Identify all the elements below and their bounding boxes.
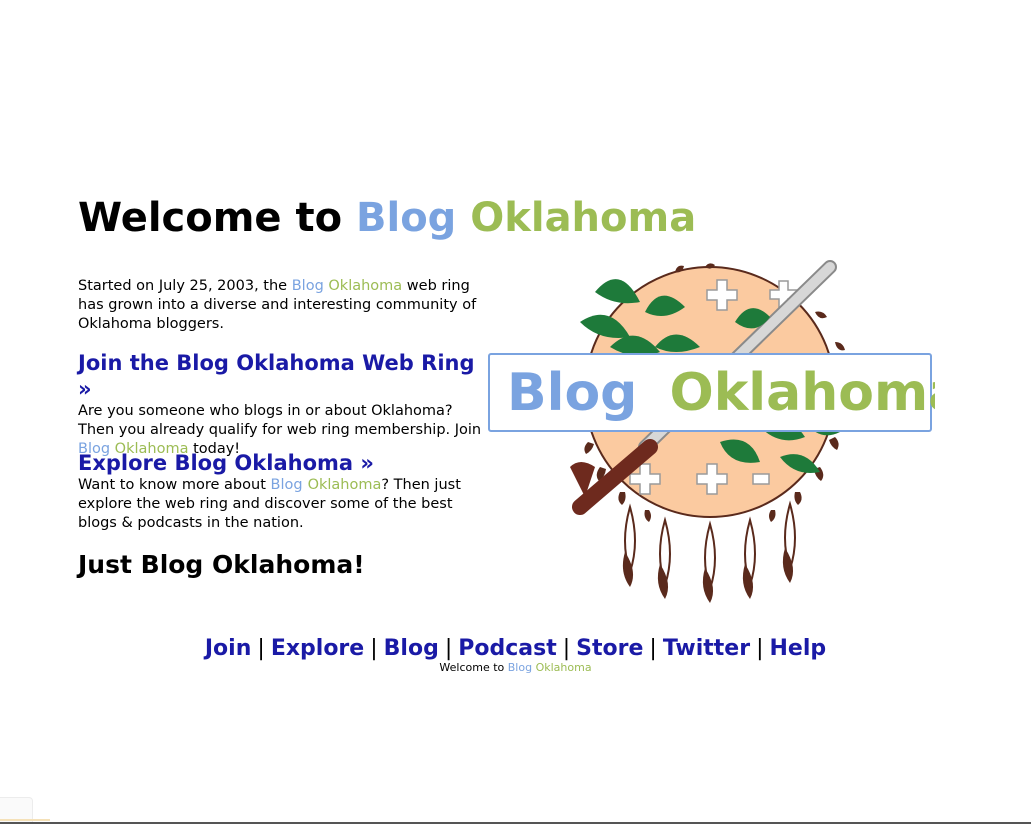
footer-brand-oklahoma: Oklahoma [535,661,592,674]
explore-heading: Explore Blog Oklahoma » [78,450,488,476]
nav-join-link[interactable]: Join [205,636,252,661]
explore-section: Explore Blog Oklahoma » Want to know mor… [78,450,488,533]
intro-brand-oklahoma: Oklahoma [328,278,403,294]
nav-twitter-link[interactable]: Twitter [663,636,750,661]
nav-separator: | [444,636,453,661]
logo-text-blog: Blog [507,363,637,423]
page-title: Welcome to Blog Oklahoma [78,192,696,244]
nav-podcast-link[interactable]: Podcast [458,636,556,661]
tagline: Just Blog Oklahoma! [78,550,365,579]
nav-blog-link[interactable]: Blog [384,636,439,661]
intro-section: Started on July 25, 2003, the Blog Oklah… [78,277,488,334]
nav-store-link[interactable]: Store [576,636,643,661]
title-prefix: Welcome to [78,195,343,241]
join-text-before: Are you someone who blogs in or about Ok… [78,403,482,438]
title-brand-oklahoma: Oklahoma [470,195,697,241]
explore-brand-oklahoma: Oklahoma [307,477,382,493]
logo-text: Blog Oklahoma [507,363,935,423]
nav-separator: | [562,636,571,661]
nav-separator: | [370,636,378,661]
join-heading: Join the Blog Oklahoma Web Ring » [78,350,488,402]
nav-separator: | [649,636,657,661]
oklahoma-seal-logo: Blog Oklahoma [488,260,935,603]
footer-nav: Join | Explore | Blog | Podcast | Store | Twitter |… [0,634,1031,664]
explore-text-before: Want to know more about [78,477,266,493]
join-web-ring-link[interactable]: Join the Blog Oklahoma Web Ring » [78,351,475,401]
logo-text-oklahoma: Oklahoma [670,363,935,423]
intro-paragraph: Started on July 25, 2003, the Blog Oklah… [78,277,488,334]
explore-description: Want to know more about Blog Oklahoma? Th… [78,476,488,533]
title-brand-blog: Blog [356,195,457,241]
nav-separator: | [257,636,265,661]
footer-brand-blog: Blog [507,661,533,674]
nav-separator: | [756,636,764,661]
intro-text-before: Started on July 25, 2003, the [78,278,288,294]
footer-prefix: Welcome to [439,661,505,674]
footer-caption: Welcome to Blog Oklahoma [0,661,1031,675]
join-section: Join the Blog Oklahoma Web Ring » Are yo… [78,350,488,459]
nav-help-link[interactable]: Help [770,636,827,661]
explore-link[interactable]: Explore Blog Oklahoma » [78,451,374,475]
browser-status-tab [0,797,50,824]
nav-explore-link[interactable]: Explore [271,636,364,661]
explore-brand-blog: Blog [270,477,303,493]
intro-brand-blog: Blog [291,278,324,294]
